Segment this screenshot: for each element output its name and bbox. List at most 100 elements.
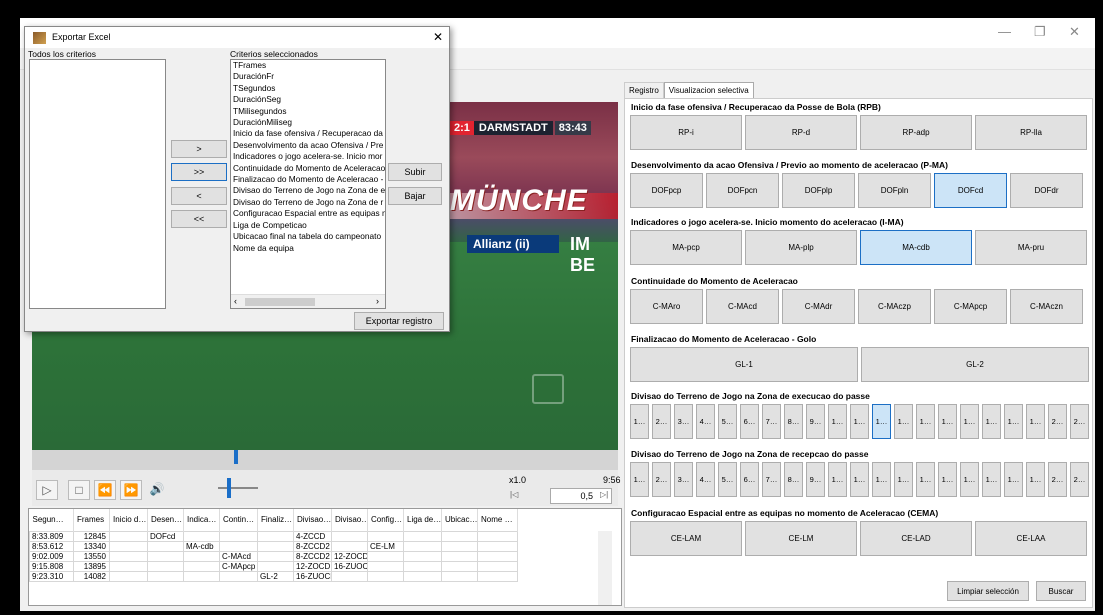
move-left-button[interactable]: <	[171, 187, 227, 205]
cma-option-button[interactable]: C-MAdr	[782, 289, 855, 324]
pma-option-button[interactable]: DOFdr	[1010, 173, 1083, 208]
cma-option-button[interactable]: C-MAczp	[858, 289, 931, 324]
zone-button[interactable]: 1…	[982, 404, 1001, 439]
close-icon[interactable]: ✕	[1069, 25, 1080, 39]
column-header[interactable]: Divisao…	[293, 509, 332, 531]
cema-option-button[interactable]: CE-LAA	[975, 521, 1087, 556]
stop-button[interactable]: □	[68, 480, 90, 500]
zone-button[interactable]: 1…	[894, 404, 913, 439]
scroll-right-icon[interactable]: ›	[376, 296, 379, 306]
volume-track[interactable]	[218, 487, 258, 489]
move-right-button[interactable]: >	[171, 140, 227, 158]
pma-option-button[interactable]: DOFpcn	[706, 173, 779, 208]
move-all-right-button[interactable]: >>	[171, 163, 227, 181]
zone-button[interactable]: 6…	[740, 462, 759, 497]
zone-button[interactable]: 5…	[718, 462, 737, 497]
zone-button[interactable]: 2…	[1048, 462, 1067, 497]
zone-button[interactable]: 2…	[1048, 404, 1067, 439]
pma-option-button[interactable]: DOFpcp	[630, 173, 703, 208]
column-header[interactable]: Nome …	[477, 509, 518, 531]
rpb-option-button[interactable]: RP-d	[745, 115, 857, 150]
criteria-list-item[interactable]: Ubicacao final na tabela do campeonato	[231, 231, 385, 242]
table-row[interactable]: 8:53.612 13340 MA-cdb 8-ZCCD2 CE-LM	[29, 540, 518, 552]
criteria-list-item[interactable]: Indicadores o jogo acelera-se. Inicio mo…	[231, 151, 385, 162]
zone-button[interactable]: 1…	[630, 462, 649, 497]
column-header[interactable]: Desen…	[147, 509, 184, 531]
search-button[interactable]: Buscar	[1036, 581, 1086, 601]
zone-button[interactable]: 1…	[828, 462, 847, 497]
zone-button[interactable]: 1…	[960, 462, 979, 497]
zone-button[interactable]: 1…	[850, 404, 869, 439]
zone-button[interactable]: 9…	[806, 404, 825, 439]
zone-button[interactable]: 1…	[938, 462, 957, 497]
gol-option-button[interactable]: GL-1	[630, 347, 858, 382]
ima-option-button[interactable]: MA-pru	[975, 230, 1087, 265]
column-header[interactable]: Segun…	[29, 509, 74, 531]
move-up-button[interactable]: Subir	[388, 163, 442, 181]
dialog-close-icon[interactable]: ✕	[433, 30, 443, 44]
zone-button[interactable]: 3…	[674, 404, 693, 439]
criteria-list-item[interactable]: Finalizacao do Momento de Aceleracao -	[231, 174, 385, 185]
zone-button[interactable]: 1…	[1026, 404, 1045, 439]
criteria-list-item[interactable]: TMilisegundos	[231, 106, 385, 117]
cema-option-button[interactable]: CE-LAD	[860, 521, 972, 556]
zone-button[interactable]: 2…	[652, 462, 671, 497]
ima-option-button[interactable]: MA-pcp	[630, 230, 742, 265]
zone-button[interactable]: 1…	[872, 462, 891, 497]
cma-option-button[interactable]: C-MAcd	[706, 289, 779, 324]
minimize-icon[interactable]: —	[998, 25, 1011, 39]
table-row[interactable]: 9:02.009 13550 C-MAcd 8-ZCCD2 12-ZOCD	[29, 550, 518, 562]
criteria-list-item[interactable]: TFrames	[231, 60, 385, 71]
column-header[interactable]: Indica…	[183, 509, 220, 531]
forward-button[interactable]: ⏩	[120, 480, 142, 500]
frame-start-icon[interactable]: |◁	[510, 490, 518, 499]
criteria-list-item[interactable]: DuraciónFr	[231, 71, 385, 82]
zone-button[interactable]: 1…	[916, 462, 935, 497]
column-header[interactable]: Frames	[73, 509, 110, 531]
volume-icon[interactable]: 🔊	[146, 480, 168, 500]
criteria-list-item[interactable]: TSegundos	[231, 83, 385, 94]
table-scrollbar[interactable]	[598, 531, 612, 605]
zone-button[interactable]: 1…	[982, 462, 1001, 497]
pma-option-button[interactable]: DOFcd	[934, 173, 1007, 208]
column-header[interactable]: Contin…	[219, 509, 258, 531]
cma-option-button[interactable]: C-MApcp	[934, 289, 1007, 324]
criteria-list-item[interactable]: Inicio da fase ofensiva / Recuperacao da	[231, 128, 385, 139]
selected-criteria-list[interactable]: TFrames DuraciónFr TSegundos DuraciónSeg TMi…	[230, 59, 386, 309]
column-header[interactable]: Divisao…	[331, 509, 368, 531]
zone-button[interactable]: 5…	[718, 404, 737, 439]
column-header[interactable]: Liga de…	[403, 509, 442, 531]
zone-button[interactable]: 1…	[630, 404, 649, 439]
play-button[interactable]: ▷	[36, 480, 58, 500]
rpb-option-button[interactable]: RP-adp	[860, 115, 972, 150]
tab-visualizacion-selectiva[interactable]: Visualizacion selectiva	[663, 82, 754, 99]
cma-option-button[interactable]: C-MAczn	[1010, 289, 1083, 324]
ima-option-button[interactable]: MA-cdb	[860, 230, 972, 265]
cma-option-button[interactable]: C-MAro	[630, 289, 703, 324]
column-header[interactable]: Finaliz…	[257, 509, 294, 531]
zone-button[interactable]: 1…	[938, 404, 957, 439]
zone-button[interactable]: 2…	[1070, 462, 1089, 497]
criteria-list-item[interactable]: Divisao do Terreno de Jogo na Zona de r	[231, 197, 385, 208]
zone-button[interactable]: 1…	[1004, 404, 1023, 439]
zone-button[interactable]: 7…	[762, 404, 781, 439]
cema-option-button[interactable]: CE-LAM	[630, 521, 742, 556]
move-down-button[interactable]: Bajar	[388, 187, 442, 205]
zone-button[interactable]: 1…	[850, 462, 869, 497]
pma-option-button[interactable]: DOFplp	[782, 173, 855, 208]
restore-icon[interactable]: ❐	[1034, 25, 1046, 39]
zone-button[interactable]: 4…	[696, 404, 715, 439]
table-row[interactable]: 9:23.31014082 GL-216-ZUOCD	[29, 570, 518, 582]
table-row[interactable]: 9:15.80813895 C-MApcp 12-ZOCD16-ZUOCD	[29, 560, 518, 572]
criteria-list-item[interactable]: Desenvolvimento da acao Ofensiva / Pre	[231, 140, 385, 151]
list-hscrollbar[interactable]: ‹ ›	[231, 294, 385, 308]
zone-button[interactable]: 3…	[674, 462, 693, 497]
zone-button[interactable]: 9…	[806, 462, 825, 497]
table-row[interactable]: 8:33.809 12845 DOFcd 4-ZCCD	[29, 530, 518, 542]
zone-button[interactable]: 1…	[894, 462, 913, 497]
volume-thumb[interactable]	[227, 478, 231, 498]
zone-button[interactable]: 1…	[960, 404, 979, 439]
zone-button[interactable]: 1…	[828, 404, 847, 439]
zone-button[interactable]: 8…	[784, 404, 803, 439]
cema-option-button[interactable]: CE-LM	[745, 521, 857, 556]
